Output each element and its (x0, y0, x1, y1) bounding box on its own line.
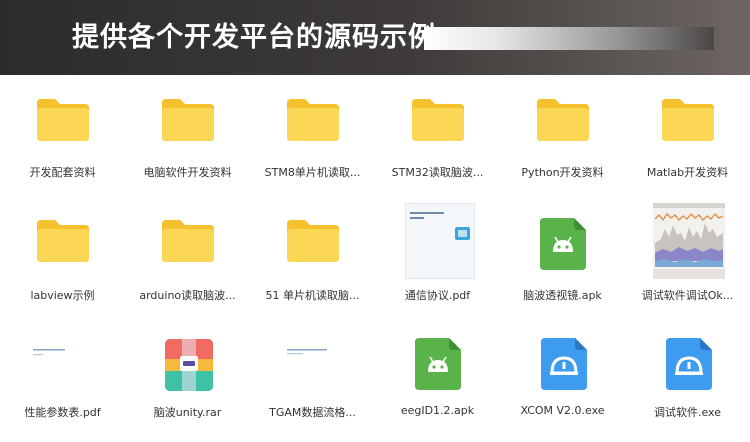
file-item-arduino[interactable]: arduino读取脑波... (125, 198, 250, 318)
folder-icon (412, 99, 464, 141)
file-name: XCOM V2.0.exe (520, 404, 605, 417)
file-name: TGAM数据流格... (269, 406, 356, 419)
file-item-labview[interactable]: labview示例 (0, 198, 125, 318)
file-name: STM8单片机读取... (264, 166, 361, 179)
folder-icon (162, 220, 214, 262)
file-name: arduino读取脑波... (139, 289, 236, 302)
folder-icon (37, 99, 89, 141)
file-name: Python开发资料 (521, 166, 604, 179)
decorative-gradient-bar (424, 27, 714, 50)
xcom-app-icon (666, 338, 712, 390)
file-name: 脑波透视镜.apk (523, 289, 602, 302)
file-name: labview示例 (30, 289, 95, 302)
file-name: 脑波unity.rar (153, 406, 222, 419)
file-item-debug-ok[interactable]: 调试软件调试Ok... (625, 198, 750, 318)
file-name: 调试软件.exe (653, 406, 721, 419)
xcom-app-icon (541, 338, 587, 390)
file-name: 通信协议.pdf (404, 289, 471, 302)
file-item-stm8[interactable]: STM8单片机读取... (250, 75, 375, 195)
file-name: eegID1.2.apk (400, 404, 475, 417)
file-item-protocol-pdf[interactable]: 通信协议.pdf (375, 198, 500, 318)
folder-icon (37, 220, 89, 262)
file-name: 51 单片机读取脑... (265, 289, 360, 302)
folder-icon (537, 99, 589, 141)
file-item-xcom-exe[interactable]: XCOM V2.0.exe (500, 322, 625, 442)
file-item-stm32[interactable]: STM32读取脑波... (375, 75, 500, 195)
folder-icon (287, 220, 339, 262)
file-name: Matlab开发资料 (646, 166, 729, 179)
file-item-dev-kit[interactable]: 开发配套资料 (0, 75, 125, 195)
folder-icon (162, 99, 214, 141)
file-item-brainwave-apk[interactable]: 脑波透视镜.apk (500, 198, 625, 318)
file-name: 调试软件调试Ok... (641, 289, 734, 302)
file-item-matlab[interactable]: Matlab开发资料 (625, 75, 750, 195)
header-banner: 提供各个开发平台的源码示例 (0, 0, 750, 75)
folder-icon (662, 99, 714, 141)
chart-thumbnail-icon (653, 203, 725, 279)
file-name: STM32读取脑波... (391, 166, 484, 179)
file-item-tgam[interactable]: TGAM数据流格... (250, 322, 375, 442)
file-item-eegid-apk[interactable]: eegID1.2.apk (375, 322, 500, 442)
file-item-python[interactable]: Python开发资料 (500, 75, 625, 195)
file-item-51mcu[interactable]: 51 单片机读取脑... (250, 198, 375, 318)
file-name: 开发配套资料 (29, 166, 96, 179)
page-title: 提供各个开发平台的源码示例 (72, 22, 436, 53)
file-grid: 开发配套资料 电脑软件开发资料 STM8单片机读取... STM32读取脑波..… (0, 75, 750, 442)
winrar-archive-icon (165, 339, 213, 391)
file-name: 性能参数表.pdf (24, 406, 101, 419)
file-item-pc-software[interactable]: 电脑软件开发资料 (125, 75, 250, 195)
pdf-thumbnail-icon (405, 203, 475, 279)
folder-icon (287, 99, 339, 141)
file-name: 电脑软件开发资料 (143, 166, 232, 179)
pdf-thumbnail-icon (277, 344, 347, 394)
file-item-spec-pdf[interactable]: 性能参数表.pdf (0, 322, 125, 442)
android-apk-icon (540, 218, 586, 270)
file-item-unity-rar[interactable]: 脑波unity.rar (125, 322, 250, 442)
pdf-thumbnail-icon (27, 344, 97, 394)
android-apk-icon (415, 338, 461, 390)
file-item-debug-exe[interactable]: 调试软件.exe (625, 322, 750, 442)
